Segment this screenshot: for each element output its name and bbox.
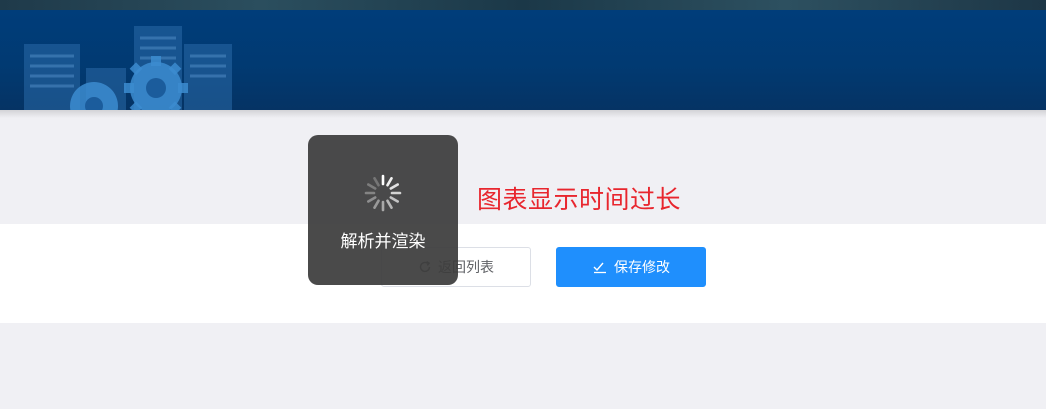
check-edit-icon: [592, 260, 608, 274]
save-changes-button[interactable]: 保存修改: [556, 247, 706, 287]
action-bar: 返回列表 保存修改: [0, 224, 1046, 323]
top-banner-strip: [0, 0, 1046, 10]
header-shadow: [0, 110, 1046, 118]
timeout-message: 图表显示时间过长: [477, 185, 682, 214]
save-changes-label: 保存修改: [614, 260, 670, 276]
loading-overlay: 解析并渲染: [308, 135, 458, 285]
server-building-icon: [24, 26, 232, 110]
loading-text: 解析并渲染: [340, 232, 426, 252]
header-banner: [0, 10, 1046, 110]
spinner-icon: [364, 174, 402, 212]
